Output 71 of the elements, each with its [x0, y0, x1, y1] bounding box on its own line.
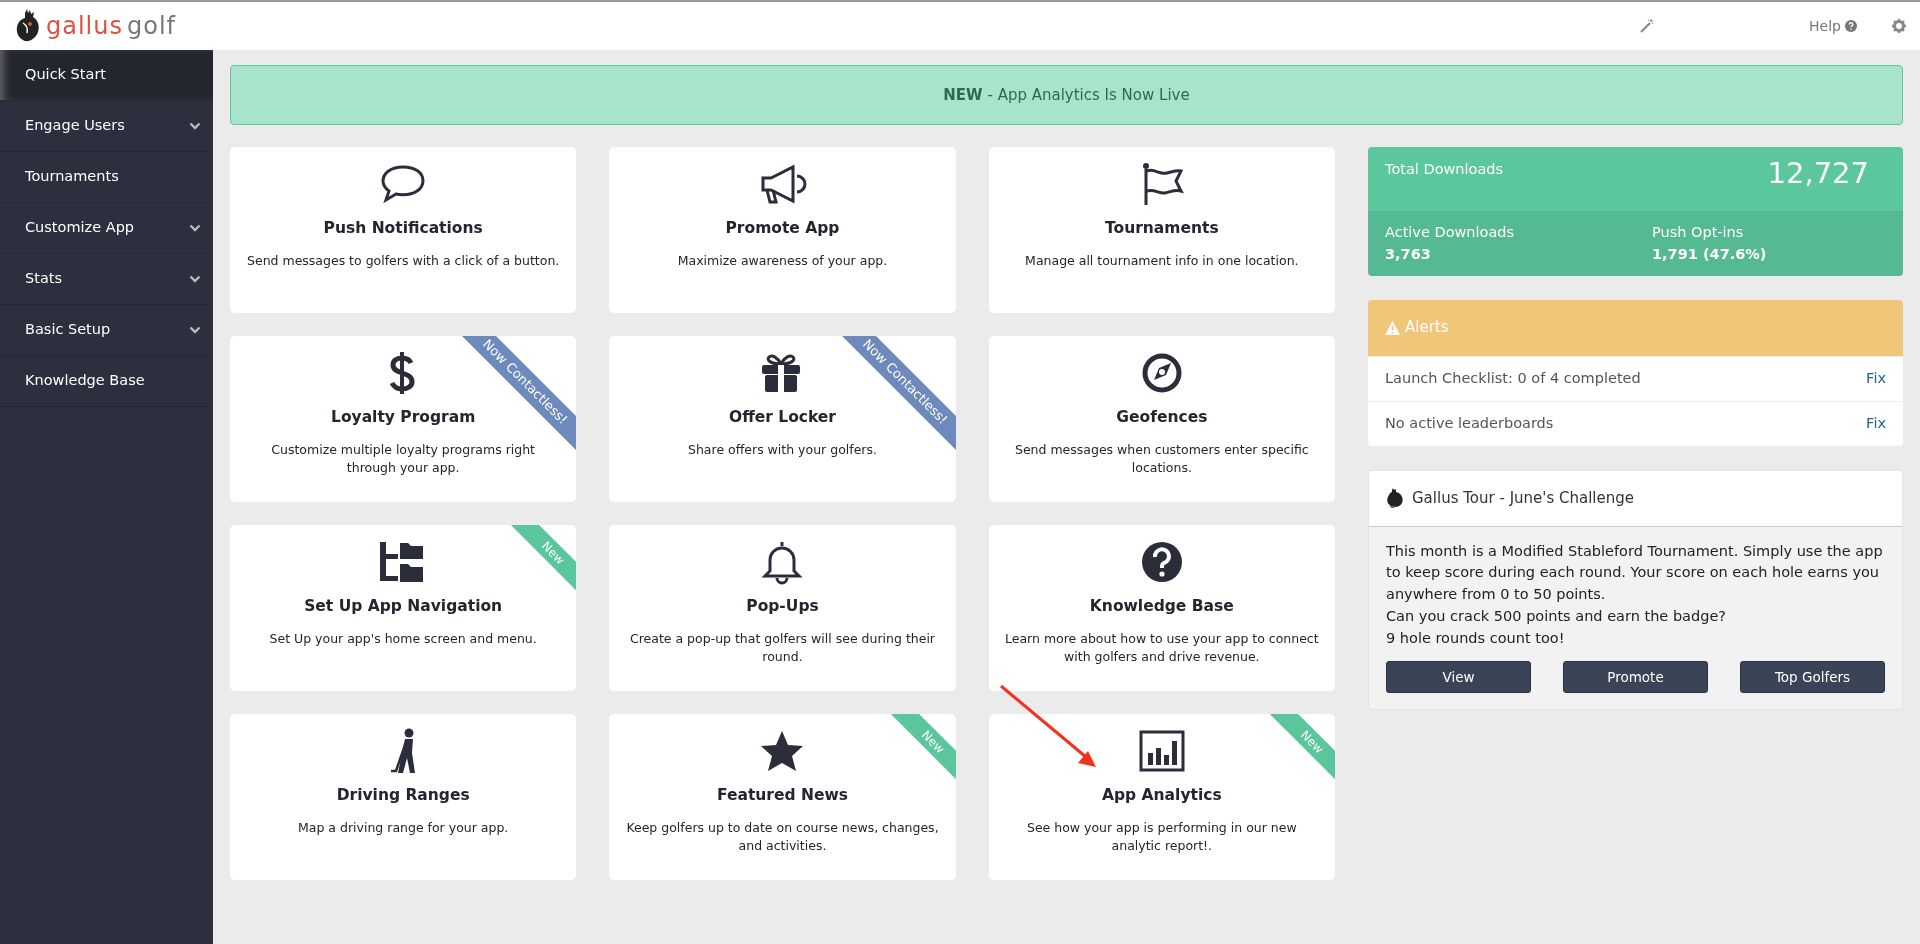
tile-title: Offer Locker [728, 407, 836, 428]
chevron-down-icon [189, 224, 201, 232]
golfer-icon [390, 728, 417, 774]
alerts-title: Alerts [1405, 317, 1449, 339]
sidebar-item[interactable]: Customize App [0, 203, 213, 254]
tile-title: Driving Ranges [336, 785, 470, 806]
tile-title: Geofences [1116, 407, 1208, 428]
challenge-text: This month is a Modified Stableford Tournament. Simply use the app to keep score during each round. Your score on each hole earns you anywhere from 0 to 50 points. [1386, 541, 1884, 604]
rooster-logo-icon [16, 9, 42, 43]
tile-title: Loyalty Program [331, 407, 476, 428]
chevron-down-icon [189, 326, 201, 334]
fix-link[interactable]: Fix [1866, 367, 1886, 390]
magic-wand-icon[interactable] [1640, 19, 1655, 33]
settings-icon[interactable] [1892, 19, 1906, 33]
help-link[interactable]: Help [1809, 15, 1857, 37]
tile-description: Create a pop-up that golfers will see during their round. [628, 630, 936, 667]
stat-value: 3,763 [1385, 244, 1432, 264]
sidebar-item[interactable]: Knowledge Base [0, 356, 213, 407]
tile-description: Learn more about how to use your app to connect with golfers and drive revenue. [1004, 630, 1319, 667]
tile-description: Manage all tournament info in one location. [1025, 252, 1299, 271]
chevron-down-icon [189, 275, 201, 283]
sidebar-item[interactable]: Tournaments [0, 152, 213, 203]
tile-description: Send messages to golfers with a click of a button. [247, 252, 560, 271]
sidebar-item[interactable]: Stats [0, 254, 213, 305]
challenge-button[interactable]: Promote [1563, 661, 1708, 694]
tile-title: Pop-Ups [746, 596, 819, 617]
announcement-banner: NEW - App Analytics Is Now Live [230, 65, 1903, 125]
stat-label: Total Downloads [1385, 160, 1504, 179]
tile-description: Share offers with your golfers. [688, 441, 877, 460]
tile-title: Tournaments [1105, 218, 1219, 239]
feature-tile[interactable]: Geofences Send messages when customers enter specific locations. [988, 336, 1335, 502]
alert-text: No active leaderboards [1385, 413, 1554, 433]
challenge-title: Gallus Tour - June's Challenge [1412, 487, 1635, 509]
challenge-text: Can you crack 500 points and earn the badge? [1386, 606, 1727, 626]
logo-text: golf [127, 11, 177, 42]
stat-label: Active Downloads [1385, 223, 1516, 242]
tile-title: Knowledge Base [1089, 596, 1234, 617]
help-icon [1845, 20, 1857, 32]
sidebar-item[interactable]: Quick Start [0, 50, 213, 101]
tile-title: App Analytics [1102, 785, 1222, 806]
feature-tile[interactable]: Driving Ranges Map a driving range for your app. [230, 714, 577, 880]
sidebar-item[interactable]: Engage Users [0, 101, 213, 152]
feature-tile[interactable]: Tournaments Manage all tournament info in one location. [988, 147, 1335, 313]
tile-title: Set Up App Navigation [304, 596, 503, 617]
challenge-text: 9 hole rounds count too! [1386, 628, 1566, 648]
chevron-down-icon [189, 122, 201, 130]
tile-title: Promote App [725, 218, 840, 239]
sidebar-item[interactable]: Basic Setup [0, 305, 213, 356]
tile-description: Map a driving range for your app. [298, 819, 509, 838]
challenge-button[interactable]: View [1386, 661, 1531, 694]
rooster-icon [1386, 488, 1404, 508]
tile-title: Push Notifications [323, 218, 483, 239]
feature-tile[interactable]: Push Notifications Send messages to golfers with a click of a button. [230, 147, 577, 313]
tile-title: Featured News [716, 785, 848, 806]
feature-tile[interactable]: Knowledge Base Learn more about how to use your app to connect with golfers and drive revenue. [988, 525, 1335, 691]
stat-value: 1,791 (47.6%) [1652, 244, 1767, 264]
logo-text: gallus [46, 11, 123, 42]
tile-description: Send messages when customers enter specific locations. [1013, 441, 1310, 478]
tile-description: See how your app is performing in our new analytic report!. [1025, 819, 1298, 856]
challenge-button[interactable]: Top Golfers [1740, 661, 1885, 694]
warning-icon [1385, 320, 1400, 335]
tile-description: Customize multiple loyalty programs right through your app. [270, 441, 537, 478]
stat-value: 12,727 [1767, 159, 1869, 192]
tile-description: Maximize awareness of your app. [677, 252, 888, 271]
feature-tile[interactable]: Promote App Maximize awareness of your app. [609, 147, 956, 313]
tile-description: Set Up your app's home screen and menu. [269, 630, 537, 649]
stat-label: Push Opt-ins [1652, 223, 1745, 242]
feature-tile[interactable]: Pop-Ups Create a pop-up that golfers will see during their round. [609, 525, 956, 691]
tile-description: Keep golfers up to date on course news, changes, and activities. [625, 819, 940, 856]
fix-link[interactable]: Fix [1866, 412, 1886, 435]
alert-text: Launch Checklist: 0 of 4 completed [1385, 368, 1641, 388]
